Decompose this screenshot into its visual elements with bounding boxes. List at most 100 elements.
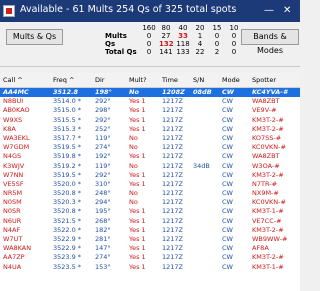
table-row[interactable]: AA7ZP 3523.9 * 274° Yes 1 1217Z CW KM3T-2-# xyxy=(0,253,300,262)
cell-call: AA4MC xyxy=(3,88,29,96)
cell-call: N0SR xyxy=(3,207,21,216)
table-row[interactable]: N6UR 3521.5 * 268° Yes 1 1217Z CW VE7CC-# xyxy=(0,217,300,226)
cell-mult: Yes 1 xyxy=(129,179,146,188)
table-row[interactable]: W7GDM 3519.5 * 274° No 1217Z CW KC0VKN-# xyxy=(0,143,300,152)
cell-spotter: W3OA-# xyxy=(252,161,280,170)
cell-dir: 292° xyxy=(95,115,111,124)
cell-mult: No xyxy=(129,88,139,96)
cell-spotter: VE7CC-# xyxy=(252,216,282,225)
column-header-freq[interactable]: Freq ^ xyxy=(53,76,74,84)
cell-dir: 153° xyxy=(95,262,111,271)
column-header-mode[interactable]: Mode xyxy=(222,76,240,84)
table-row[interactable]: AA4MC 3512.8 198° No 1208Z 08dB CW KC4YVA-# xyxy=(0,88,300,98)
summary-value: 132 xyxy=(159,40,174,48)
column-header-time[interactable]: Time xyxy=(162,76,178,84)
cell-dir: 274° xyxy=(95,143,111,152)
cell-spotter: KM3T-2-# xyxy=(252,170,284,179)
column-header-mult[interactable]: Mult? xyxy=(129,76,147,84)
cell-mult: Yes 1 xyxy=(129,106,146,115)
cell-mult: Yes 1 xyxy=(129,216,146,225)
cell-mode: CW xyxy=(222,133,233,142)
cell-mult: Yes 1 xyxy=(129,170,146,179)
cell-mult: Yes 1 xyxy=(129,225,146,234)
table-row[interactable]: K8A 3515.3 * 252° Yes 1 1217Z CW KM3T-2-# xyxy=(0,125,300,134)
cell-dir: 119° xyxy=(95,161,111,170)
table-row[interactable]: N0SR 3520.8 * 195° Yes 1 1217Z CW KM3T-1-# xyxy=(0,207,300,216)
cell-call: N4GS xyxy=(3,152,22,161)
cell-dir: 198° xyxy=(95,88,112,96)
table-row[interactable]: N8BUI 3514.0 * 292° Yes 1 1217Z CW WA8ZBT xyxy=(0,97,300,106)
summary-value: 0 xyxy=(214,32,220,40)
summary-value: 0 xyxy=(146,48,152,56)
cell-spotter: KC0VKN-# xyxy=(252,143,286,152)
cell-spotter: KC4YVA-# xyxy=(252,88,288,96)
bands-modes-button[interactable]: Bands & Modes xyxy=(241,29,299,55)
cell-dir: 298° xyxy=(95,106,111,115)
cell-mult: Yes 1 xyxy=(129,235,146,243)
cell-freq: 3520.8 * xyxy=(53,189,82,198)
cell-freq: 3519.5 * xyxy=(53,170,82,179)
table-row[interactable]: VE5SF 3520.0 * 310° Yes 1 1217Z CW N7TR-# xyxy=(0,180,300,189)
table-row[interactable]: WA3EKL 3517.7 * 119° No 1217Z CW KO7SS-# xyxy=(0,134,300,143)
column-header-spotter[interactable]: Spotter xyxy=(252,76,276,84)
cell-time: 1217Z xyxy=(162,124,183,133)
cell-dir: 182° xyxy=(95,225,111,234)
column-header-sn[interactable]: S/N xyxy=(193,76,204,84)
table-row[interactable]: N0SM 3520.3 * 294° No 1217Z CW KC0VKN-# xyxy=(0,198,300,207)
cell-time: 1217Z xyxy=(162,179,183,188)
cell-mult: Yes 1 xyxy=(129,207,146,216)
table-row[interactable]: W9XS 3515.5 * 292° Yes 1 1217Z CW KM3T-2-# xyxy=(0,116,300,125)
table-row[interactable]: W7NN 3519.5 * 292° Yes 1 1217Z CW KM3T-2-# xyxy=(0,171,300,180)
cell-dir: 119° xyxy=(95,133,111,142)
cell-time: 1217Z xyxy=(162,225,183,234)
cell-mult: No xyxy=(129,161,138,170)
cell-mode: CW xyxy=(222,124,233,133)
cell-call: AB0KAO xyxy=(3,106,30,115)
cell-freq: 3521.5 * xyxy=(53,216,82,225)
cell-dir: 248° xyxy=(95,189,111,198)
cell-dir: 281° xyxy=(95,235,111,243)
table-row[interactable]: K3WJV 3519.2 * 119° No 1217Z 34dB CW W3OA-# xyxy=(0,162,300,171)
cell-mode: CW xyxy=(222,106,233,115)
cell-sn: 08dB xyxy=(193,88,212,96)
band-label: 40 xyxy=(178,24,188,32)
cell-spotter: KC0VKN-# xyxy=(252,198,286,207)
cell-mode: CW xyxy=(222,152,233,161)
close-button[interactable]: ✕ xyxy=(283,4,291,17)
column-header-dir[interactable]: Dir xyxy=(95,76,104,84)
cell-call: W7NN xyxy=(3,170,24,179)
cell-time: 1217Z xyxy=(162,262,183,271)
mults-qs-button[interactable]: Mults & Qs xyxy=(6,29,63,45)
cell-spotter: VE9V-# xyxy=(252,106,277,115)
cell-mode: CW xyxy=(222,235,233,243)
cell-call: N4AF xyxy=(3,225,21,234)
table-row[interactable]: W7UT 3522.9 * 281° Yes 1 1217Z CW WB9WW-# xyxy=(0,235,300,244)
table-row[interactable]: WA8KAN 3522.9 * 147° Yes 1 1217Z CW AF8A xyxy=(0,244,300,253)
table-row[interactable]: NR5M 3520.8 * 248° No 1217Z CW NX9M-# xyxy=(0,189,300,198)
cell-freq: 3519.2 * xyxy=(53,161,82,170)
cell-spotter: KM3T-2-# xyxy=(252,225,284,234)
cell-freq: 3517.7 * xyxy=(53,133,82,142)
table-row[interactable]: AB0KAO 3515.0 * 298° Yes 1 1217Z CW VE9V-# xyxy=(0,106,300,115)
cell-call: VE5SF xyxy=(3,179,24,188)
table-row[interactable]: N4AF 3522.0 * 182° Yes 1 1217Z CW KM3T-2-# xyxy=(0,226,300,235)
cell-spotter: KM3T-2-# xyxy=(252,253,284,262)
title-bar: Available - 61 Mults 254 Qs of 325 total… xyxy=(0,0,300,22)
minimize-button[interactable]: — xyxy=(264,4,274,17)
cell-time: 1217Z xyxy=(162,170,183,179)
summary-value: 118 xyxy=(176,40,190,48)
cell-dir: 294° xyxy=(95,198,111,207)
cell-call: AA7ZP xyxy=(3,253,25,262)
column-header-call[interactable]: Call ^ xyxy=(3,76,23,84)
table-row[interactable]: N4GS 3519.8 * 192° Yes 1 1217Z CW WA8ZBT xyxy=(0,152,300,161)
cell-spotter: KM3T-2-# xyxy=(252,115,284,124)
cell-mode: CW xyxy=(222,179,233,188)
cell-mode: CW xyxy=(222,216,233,225)
cell-time: 1217Z xyxy=(162,235,183,243)
cell-time: 1217Z xyxy=(162,106,183,115)
cell-call: WA3EKL xyxy=(3,133,30,142)
band-label: 20 xyxy=(195,24,205,32)
table-row[interactable]: N4UA 3523.5 * 153° Yes 1 1217Z CW KM3T-1-# xyxy=(0,263,300,272)
cell-freq: 3515.3 * xyxy=(53,124,82,133)
cell-freq: 3515.5 * xyxy=(53,115,82,124)
